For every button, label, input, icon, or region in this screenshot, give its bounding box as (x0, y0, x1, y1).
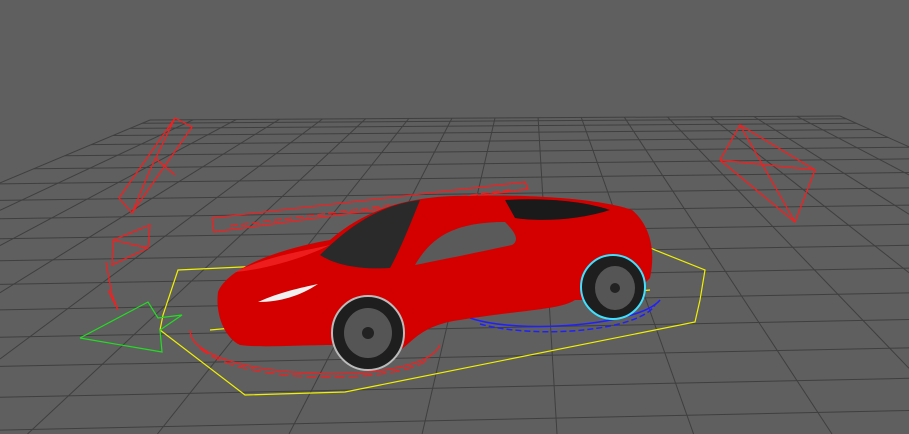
grid-line (0, 347, 909, 367)
grid-line (667, 116, 909, 369)
viewport-canvas[interactable] (0, 0, 909, 434)
grid-line (753, 116, 909, 215)
grid-line (0, 410, 909, 431)
grid-line (710, 116, 909, 274)
grid-line (0, 119, 237, 247)
grid-line (839, 115, 909, 148)
front-wheel (331, 295, 405, 371)
grid-line (796, 115, 909, 176)
3d-viewport[interactable] (0, 0, 909, 434)
grid-line (0, 319, 909, 338)
light-rig-left-small[interactable] (105, 224, 151, 311)
grid-line (33, 158, 909, 170)
grid-line (623, 117, 833, 434)
green-control[interactable] (79, 301, 183, 353)
grid-line (0, 377, 909, 398)
grid-line (0, 119, 151, 184)
rear-wheel (580, 254, 646, 320)
